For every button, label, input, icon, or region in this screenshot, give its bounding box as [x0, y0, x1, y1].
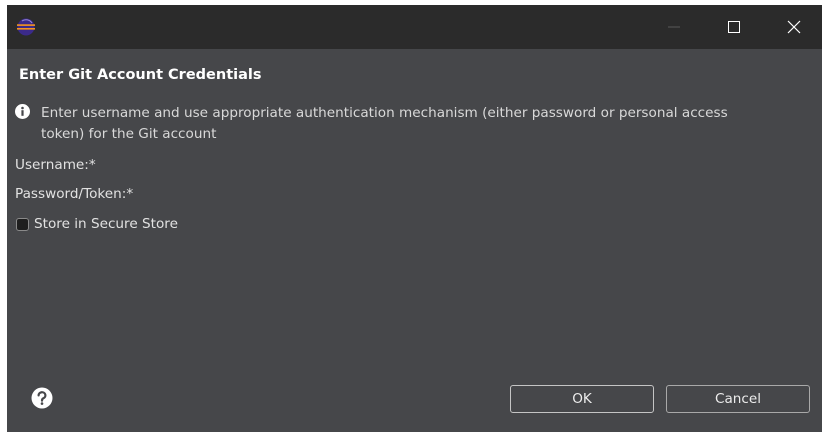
dialog-title: Enter Git Account Credentials [19, 67, 262, 83]
username-label: Username:* [15, 157, 96, 173]
close-button[interactable] [764, 5, 822, 49]
info-icon [15, 104, 30, 119]
title-bar[interactable] [7, 5, 822, 49]
cancel-button[interactable]: Cancel [666, 385, 810, 413]
close-icon [787, 20, 801, 34]
eclipse-app-icon [17, 18, 35, 36]
minimize-icon [668, 26, 680, 28]
info-message: Enter username and use appropriate authe… [41, 105, 728, 142]
help-icon[interactable] [31, 387, 53, 409]
credentials-dialog: Enter Git Account Credentials Enter user… [7, 5, 822, 432]
ok-button[interactable]: OK [510, 385, 654, 413]
secure-store-label[interactable]: Store in Secure Store [34, 216, 178, 232]
secure-store-checkbox[interactable] [16, 217, 29, 231]
maximize-button[interactable] [704, 5, 764, 49]
maximize-icon [728, 21, 740, 33]
minimize-button[interactable] [644, 5, 704, 49]
secure-store-option[interactable]: Store in Secure Store [16, 216, 178, 232]
password-label: Password/Token:* [15, 186, 134, 202]
